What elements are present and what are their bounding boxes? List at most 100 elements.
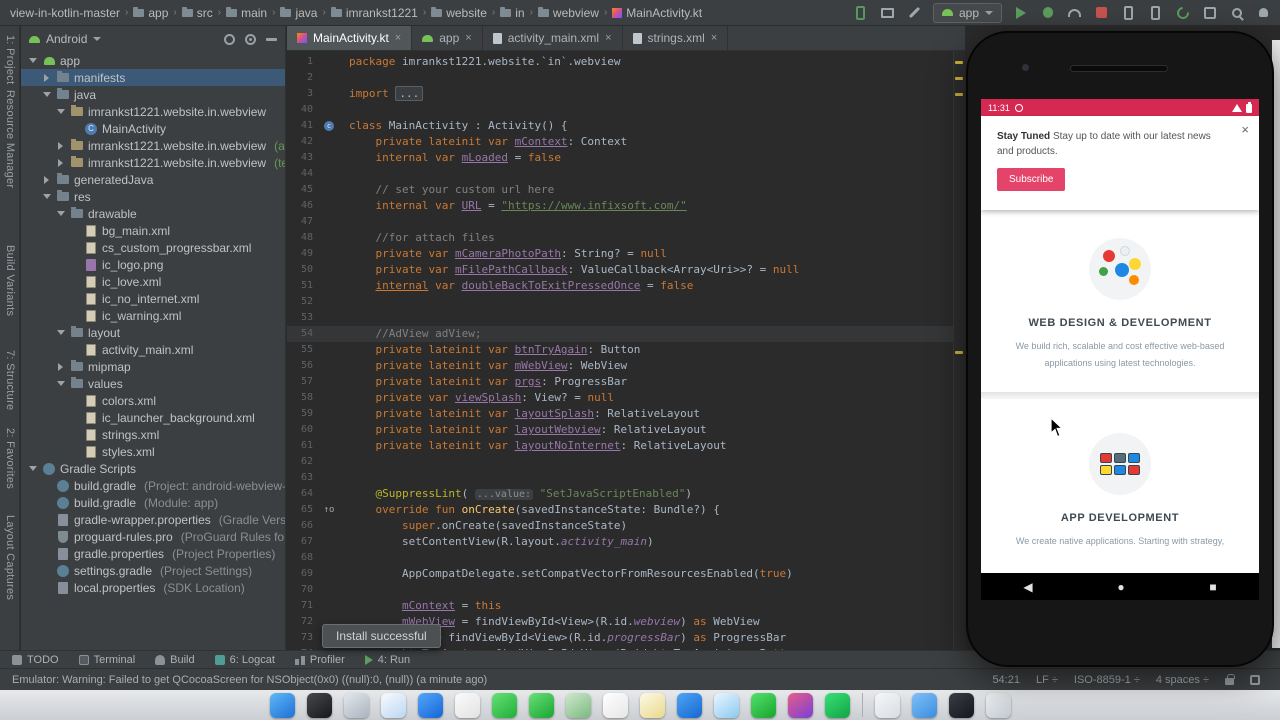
dock-launchpad-icon[interactable]	[343, 692, 369, 718]
tool-window-button-7-structure[interactable]: 7: Structure	[4, 350, 16, 410]
tree-item-proguard-rules-pro[interactable]: proguard-rules.pro (ProGuard Rules for a	[21, 528, 285, 545]
run-configuration-selector[interactable]: app	[932, 2, 1002, 23]
breadcrumb-item[interactable]: app	[131, 6, 170, 20]
tree-item-layout[interactable]: layout	[21, 324, 285, 341]
tree-item-ic-warning-xml[interactable]: ic_warning.xml	[21, 307, 285, 324]
notifications-icon[interactable]	[1255, 4, 1272, 21]
hide-panel-icon[interactable]	[266, 37, 277, 41]
lock-icon[interactable]	[1225, 674, 1235, 685]
tree-item-gradle-wrapper-properties[interactable]: gradle-wrapper.properties (Gradle Versio	[21, 511, 285, 528]
chevron-down-icon[interactable]	[93, 37, 102, 41]
indicator-icon[interactable]	[1250, 674, 1260, 685]
tool-window-button-6-logcat[interactable]: 6: Logcat	[214, 654, 275, 666]
tree-item-build-gradle[interactable]: build.gradle (Project: android-webview-in	[21, 477, 285, 494]
tree-item-imrankst1221-website-in-webview[interactable]: imrankst1221.website.in.webview (test	[21, 154, 285, 171]
tool-window-button-todo[interactable]: TODO	[12, 654, 59, 666]
tree-item-ic-no-internet-xml[interactable]: ic_no_internet.xml	[21, 290, 285, 307]
tab-activity-main-xml[interactable]: activity_main.xml ×	[483, 26, 623, 50]
tree-item-mainactivity[interactable]: MainActivity	[21, 120, 285, 137]
avd-manager-icon[interactable]	[1147, 4, 1164, 21]
tree-item-strings-xml[interactable]: strings.xml	[21, 426, 285, 443]
status-widget-54-21[interactable]: 54:21	[992, 674, 1020, 686]
tool-window-button-layout-captures[interactable]: Layout Captures	[4, 515, 16, 600]
breadcrumb-item[interactable]: webview	[536, 6, 601, 20]
tree-item-ic-launcher-background-xml[interactable]: ic_launcher_background.xml	[21, 409, 285, 426]
emulator-device-icon[interactable]	[852, 4, 869, 21]
tab-strings-xml[interactable]: strings.xml ×	[623, 26, 729, 50]
recents-button[interactable]: ■	[1209, 580, 1216, 594]
run-button[interactable]	[1012, 4, 1029, 21]
dock-mail-icon[interactable]	[417, 692, 443, 718]
tree-item-cs-custom-progressbar-xml[interactable]: cs_custom_progressbar.xml	[21, 239, 285, 256]
tool-window-button-2-favorites[interactable]: 2: Favorites	[4, 428, 16, 489]
tool-window-button-1-project[interactable]: 1: Project	[4, 35, 16, 84]
tree-item-build-gradle[interactable]: build.gradle (Module: app)	[21, 494, 285, 511]
tool-window-button-terminal[interactable]: Terminal	[78, 654, 135, 666]
tree-item-settings-gradle[interactable]: settings.gradle (Project Settings)	[21, 562, 285, 579]
android-emulator[interactable]: 11:31 × Stay Tuned Stay up to date with …	[966, 31, 1274, 667]
dock-facetime-icon[interactable]	[528, 692, 554, 718]
dock-notes-icon[interactable]	[639, 692, 665, 718]
dock-folder-icon[interactable]	[911, 692, 937, 718]
breadcrumb-item[interactable]: MainActivity.kt	[610, 6, 704, 20]
tree-item-bg-main-xml[interactable]: bg_main.xml	[21, 222, 285, 239]
tree-item-java[interactable]: java	[21, 86, 285, 103]
breadcrumb-item[interactable]: website	[429, 6, 489, 20]
breadcrumb-item[interactable]: src	[180, 6, 215, 20]
webview-content[interactable]: WEB DESIGN & DEVELOPMENT We build rich, …	[981, 210, 1259, 573]
dock-appstore-icon[interactable]	[676, 692, 702, 718]
emulator-screen[interactable]: 11:31 × Stay Tuned Stay up to date with …	[981, 99, 1259, 600]
tree-item-gradle-properties[interactable]: gradle.properties (Project Properties)	[21, 545, 285, 562]
breadcrumb-item[interactable]: imrankst1221	[329, 6, 420, 20]
attach-debugger-icon[interactable]	[906, 4, 923, 21]
subscribe-button[interactable]: Subscribe	[997, 168, 1066, 191]
sdk-manager-icon[interactable]	[1201, 4, 1218, 21]
breadcrumb-item[interactable]: in	[498, 6, 526, 20]
close-icon[interactable]: ×	[465, 32, 471, 44]
dock-trash-icon[interactable]	[985, 692, 1011, 718]
dock-safari-icon[interactable]	[380, 692, 406, 718]
dock-skype-icon[interactable]	[713, 692, 739, 718]
tree-item-imrankst1221-website-in-webview[interactable]: imrankst1221.website.in.webview	[21, 103, 285, 120]
dock-calendar-icon[interactable]	[602, 692, 628, 718]
breadcrumb-item[interactable]: main	[224, 6, 269, 20]
breadcrumb-item[interactable]: java	[278, 6, 319, 20]
tree-item-manifests[interactable]: manifests	[21, 69, 285, 86]
dock-whatsapp-icon[interactable]	[750, 692, 776, 718]
profiler-button[interactable]	[1066, 4, 1083, 21]
tree-item-imrankst1221-website-in-webview[interactable]: imrankst1221.website.in.webview (andr	[21, 137, 285, 154]
tool-window-button-4-run[interactable]: 4: Run	[364, 654, 410, 666]
tree-item-res[interactable]: res	[21, 188, 285, 205]
dock-pages-icon[interactable]	[874, 692, 900, 718]
back-button[interactable]: ◀	[1023, 580, 1032, 594]
device-file-explorer-icon[interactable]	[1120, 4, 1137, 21]
dock-spotify-icon[interactable]	[824, 692, 850, 718]
dock-messages-icon[interactable]	[491, 692, 517, 718]
project-view-selector[interactable]: Android	[46, 32, 87, 46]
dock-finder-icon[interactable]	[269, 692, 295, 718]
tree-item-app[interactable]: app	[21, 52, 285, 69]
dock-terminal-icon[interactable]	[948, 692, 974, 718]
tab-mainactivity-kt[interactable]: MainActivity.kt ×	[287, 26, 413, 50]
tree-item-generatedjava[interactable]: generatedJava	[21, 171, 285, 188]
status-widget-lf[interactable]: LF ÷	[1036, 674, 1058, 686]
layout-inspector-icon[interactable]	[879, 4, 896, 21]
tree-item-styles-xml[interactable]: styles.xml	[21, 443, 285, 460]
dock-siri-icon[interactable]	[306, 692, 332, 718]
tree-item-values[interactable]: values	[21, 375, 285, 392]
tree-item-ic-logo-png[interactable]: ic_logo.png	[21, 256, 285, 273]
gear-icon[interactable]	[245, 33, 256, 45]
search-everywhere-icon[interactable]	[1228, 4, 1245, 21]
debug-button[interactable]	[1039, 4, 1056, 21]
close-icon[interactable]: ×	[395, 32, 401, 44]
tab-app[interactable]: app ×	[412, 26, 483, 50]
tree-item-activity-main-xml[interactable]: activity_main.xml	[21, 341, 285, 358]
tree-item-local-properties[interactable]: local.properties (SDK Location)	[21, 579, 285, 596]
scope-icon[interactable]	[224, 33, 235, 45]
tool-window-button-build-variants[interactable]: Build Variants	[4, 245, 16, 316]
tree-item-gradle-scripts[interactable]: Gradle Scripts	[21, 460, 285, 477]
tree-item-ic-love-xml[interactable]: ic_love.xml	[21, 273, 285, 290]
dock-photos-icon[interactable]	[454, 692, 480, 718]
close-icon[interactable]: ×	[605, 32, 611, 44]
dock-instagram-icon[interactable]	[787, 692, 813, 718]
